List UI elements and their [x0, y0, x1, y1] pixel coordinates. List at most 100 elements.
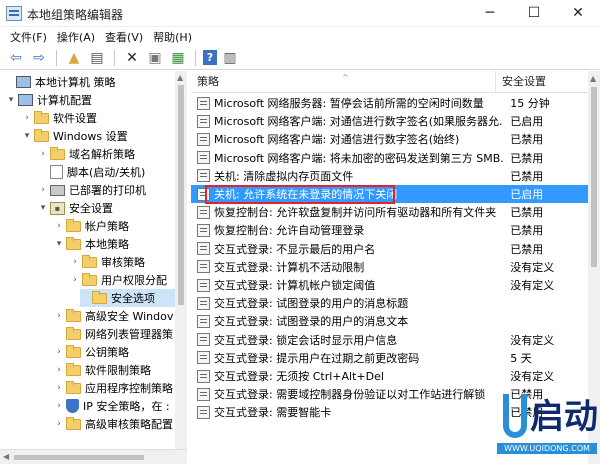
delete-icon[interactable]: ✕ — [122, 48, 142, 68]
close-button[interactable]: ✕ — [556, 0, 600, 27]
highlight-annotation-box — [205, 185, 395, 204]
tree-item-scripts[interactable]: 脚本(启动/关机) — [38, 163, 145, 181]
back-arrow-icon[interactable]: ⇦ — [6, 48, 26, 68]
tree-expander[interactable]: › — [22, 113, 32, 123]
toolbar: ⇦ ⇨ ▲ ▤ ✕ ▣ ▦ ? ▥ — [0, 46, 600, 70]
tree-expander[interactable]: › — [54, 365, 64, 375]
tree-vertical-scrollbar[interactable]: ▲ — [175, 71, 187, 449]
tree-item-software-restriction[interactable]: › 软件限制策略 — [54, 361, 151, 379]
tree-horizontal-scrollbar[interactable]: ◀ — [0, 449, 187, 464]
menu-action[interactable]: 操作(A) — [53, 27, 101, 46]
tree-item-audit-policy[interactable]: › 审核策略 — [70, 253, 145, 271]
table-row[interactable]: Microsoft 网络客户端: 对通信进行数字签名(始终) 已禁用 — [191, 130, 588, 148]
scroll-up-arrow-icon[interactable]: ▲ — [590, 74, 596, 83]
tree-item-user-rights[interactable]: › 用户权限分配 — [70, 271, 167, 289]
tree-item-ip-security[interactable]: › IP 安全策略，在 : — [54, 397, 170, 415]
printer-icon — [50, 184, 65, 196]
tree-item-security-settings[interactable]: ▾ ▪ 安全设置 — [38, 199, 113, 217]
policy-name: 交互式登录: 计算机不活动限制 — [214, 260, 365, 274]
table-row[interactable]: 交互式登录: 计算机帐户锁定阈值 没有定义 — [191, 276, 588, 294]
policy-name: 交互式登录: 需要域控制器身份验证以对工作站进行解锁 — [214, 388, 486, 402]
tree-expander[interactable]: › — [54, 311, 64, 321]
tree-hscroll-thumb[interactable] — [14, 455, 144, 460]
list-scroll-thumb[interactable] — [591, 87, 597, 267]
table-row[interactable]: Microsoft 网络客户端: 将未加密的密码发送到第三方 SMB... 已禁用 — [191, 149, 588, 167]
tree-expander[interactable]: ▾ — [54, 239, 64, 249]
table-row[interactable]: 交互式登录: 试图登录的用户的消息文本 — [191, 312, 588, 330]
table-row[interactable]: 交互式登录: 提示用户在过期之前更改密码 5 天 — [191, 349, 588, 367]
policy-setting-value: 已启用 — [510, 188, 544, 202]
tree-item-local-computer-policy[interactable]: 本地计算机 策略 — [4, 73, 116, 91]
export-list-icon[interactable]: ▦ — [168, 48, 188, 68]
tree-item-advanced-firewall[interactable]: › 高级安全 Windov — [54, 307, 173, 325]
tree-item-windows-settings[interactable]: ▾ Windows 设置 — [22, 127, 128, 145]
policy-name: 交互式登录: 需要智能卡 — [214, 406, 332, 420]
menu-help[interactable]: 帮助(H) — [149, 27, 198, 46]
tree-item-computer-config[interactable]: ▾ 计算机配置 — [6, 91, 92, 109]
tree-expander[interactable]: ▾ — [22, 131, 32, 141]
tree-expander[interactable]: › — [54, 347, 64, 357]
folder-icon — [82, 254, 97, 268]
toolbar-separator — [114, 49, 115, 66]
table-row[interactable]: Microsoft 网络服务器: 暂停会话前所需的空闲时间数量 15 分钟 — [191, 94, 588, 112]
tree-expander[interactable]: › — [54, 401, 64, 411]
tree-item-app-control[interactable]: › 应用程序控制策略 — [54, 379, 173, 397]
tree-scroll-thumb[interactable] — [178, 85, 184, 305]
tree-expander[interactable]: › — [38, 149, 48, 159]
tree-expander[interactable]: › — [54, 419, 64, 429]
tree-item-name-resolution-policy[interactable]: › 域名解析策略 — [38, 145, 135, 163]
policy-setting-value: 已禁用 — [510, 206, 544, 220]
column-header-policy[interactable]: 策略 ^ — [191, 71, 496, 93]
table-row[interactable]: 交互式登录: 锁定会话时显示用户信息 没有定义 — [191, 331, 588, 349]
table-row[interactable]: 恢复控制台: 允许软盘复制并访问所有驱动器和所有文件夹 已禁用 — [191, 203, 588, 221]
tree-item-advanced-audit[interactable]: › 高级审核策略配置 — [54, 415, 173, 433]
policy-item-icon — [197, 369, 210, 383]
tree-expander[interactable]: › — [70, 275, 80, 285]
policy-tree: 本地计算机 策略 ▾ 计算机配置 › 软件设置 ▾ Windows 设置 › 域名解析策… — [0, 71, 187, 449]
tree-expander[interactable]: › — [70, 257, 80, 267]
tree-item-local-policies[interactable]: ▾ 本地策略 — [54, 235, 129, 253]
folder-icon — [66, 344, 81, 358]
properties-icon[interactable]: ▣ — [145, 48, 165, 68]
toolbar-separator — [195, 49, 196, 66]
minimize-button[interactable]: ─ — [468, 0, 512, 27]
table-row[interactable]: 交互式登录: 计算机不活动限制 没有定义 — [191, 258, 588, 276]
tree-expander[interactable]: › — [38, 185, 48, 195]
tree-item-public-key-policies[interactable]: › 公钥策略 — [54, 343, 129, 361]
table-row[interactable]: 恢复控制台: 允许自动管理登录 已禁用 — [191, 221, 588, 239]
forward-arrow-icon[interactable]: ⇨ — [29, 48, 49, 68]
table-row[interactable]: 关机: 清除虚拟内存页面文件 已禁用 — [191, 167, 588, 185]
table-row[interactable]: 交互式登录: 无须按 Ctrl+Alt+Del 没有定义 — [191, 367, 588, 385]
table-row[interactable]: 交互式登录: 不显示最后的用户名 已禁用 — [191, 240, 588, 258]
tree-expander[interactable]: ▾ — [38, 203, 48, 213]
up-folder-icon[interactable]: ▲ — [64, 48, 84, 68]
toggle-pane-icon[interactable]: ▥ — [220, 48, 240, 68]
table-row[interactable]: 交互式登录: 试图登录的用户的消息标题 — [191, 294, 588, 312]
security-settings-icon: ▪ — [50, 201, 65, 215]
folder-icon — [66, 326, 81, 340]
policy-setting-value: 5 天 — [510, 351, 532, 365]
policy-setting-value: 没有定义 — [510, 333, 555, 347]
tree-item-network-list-manager[interactable]: 网络列表管理器策 — [54, 325, 173, 343]
tree-expander[interactable]: › — [54, 383, 64, 393]
maximize-button[interactable]: ☐ — [512, 0, 556, 27]
tree-item-account-policies[interactable]: › 帐户策略 — [54, 217, 129, 235]
menu-view[interactable]: 查看(V) — [101, 27, 149, 46]
script-document-icon — [50, 165, 63, 179]
uqidong-watermark-logo: 启动 WWW.UQIDONG.COM — [497, 392, 600, 464]
scroll-up-arrow-icon[interactable]: ▲ — [177, 73, 183, 82]
table-row[interactable]: Microsoft 网络客户端: 对通信进行数字签名(如果服务器允... 已启用 — [191, 112, 588, 130]
show-hide-tree-icon[interactable]: ▤ — [87, 48, 107, 68]
tree-item-software-settings[interactable]: › 软件设置 — [22, 109, 97, 127]
policy-item-icon — [197, 314, 210, 328]
tree-expander[interactable]: ▾ — [6, 95, 16, 105]
tree-expander[interactable]: › — [54, 221, 64, 231]
tree-item-deployed-printers[interactable]: › 已部署的打印机 — [38, 181, 146, 199]
scroll-left-arrow-icon[interactable]: ◀ — [3, 452, 9, 461]
column-header-security-setting[interactable]: 安全设置 — [496, 71, 546, 93]
logo-brand: 启动 — [530, 397, 598, 437]
help-icon[interactable]: ? — [203, 50, 217, 65]
tree-item-security-options[interactable]: 安全选项 — [80, 289, 175, 307]
menu-file[interactable]: 文件(F) — [6, 27, 53, 46]
policy-item-icon — [197, 333, 210, 347]
